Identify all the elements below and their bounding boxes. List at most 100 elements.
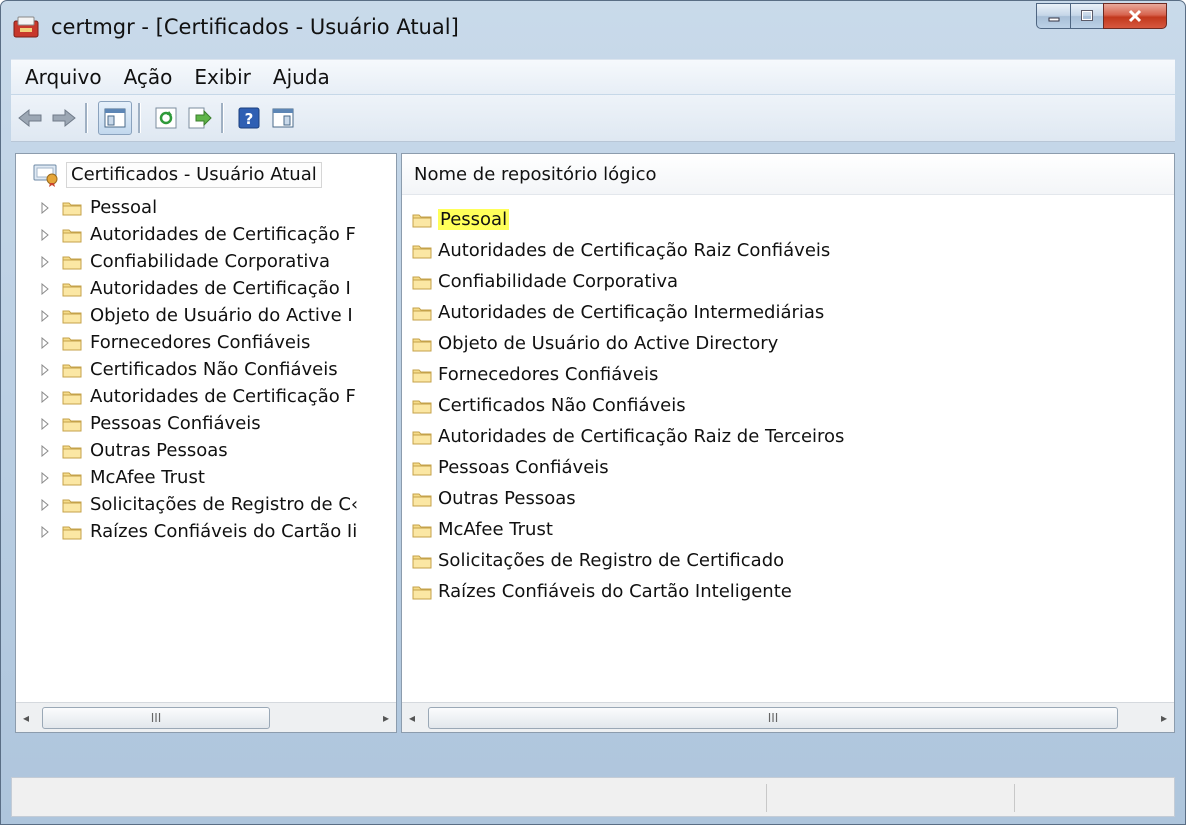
tree-item[interactable]: Autoridades de Certificação F	[38, 221, 358, 248]
scroll-right-arrow-icon[interactable]: ▸	[1154, 705, 1174, 731]
expand-arrow-icon[interactable]	[38, 282, 52, 296]
tree-item[interactable]: Confiabilidade Corporativa	[38, 248, 358, 275]
tree-root-label: Certificados - Usuário Atual	[66, 162, 322, 188]
list-item[interactable]: Fornecedores Confiáveis	[412, 359, 844, 390]
menu-ajuda[interactable]: Ajuda	[265, 65, 338, 89]
expand-arrow-icon[interactable]	[38, 336, 52, 350]
tree-item-label: Autoridades de Certificação F	[90, 386, 356, 407]
expand-arrow-icon[interactable]	[38, 498, 52, 512]
tree-item[interactable]: Pessoas Confiáveis	[38, 410, 358, 437]
expand-arrow-icon[interactable]	[38, 228, 52, 242]
expand-arrow-icon[interactable]	[38, 417, 52, 431]
minimize-button[interactable]	[1036, 3, 1070, 29]
list-item[interactable]: Autoridades de Certificação Intermediári…	[412, 297, 844, 328]
forward-arrow-icon	[52, 108, 76, 128]
tree-root-item[interactable]: Certificados - Usuário Atual	[32, 162, 322, 188]
tree-horizontal-scrollbar[interactable]: ◂ III ▸	[16, 702, 396, 732]
list-item[interactable]: Raízes Confiáveis do Cartão Inteligente	[412, 576, 844, 607]
folder-icon	[412, 524, 432, 537]
scroll-left-arrow-icon[interactable]: ◂	[402, 705, 422, 731]
window-title: certmgr - [Certificados - Usuário Atual]	[51, 15, 459, 39]
tree-item[interactable]: Pessoal	[38, 194, 358, 221]
tree-item-label: Certificados Não Confiáveis	[90, 359, 338, 380]
export-list-icon	[188, 107, 212, 129]
tree-item[interactable]: Autoridades de Certificação I	[38, 275, 358, 302]
tree-item[interactable]: Autoridades de Certificação F	[38, 383, 358, 410]
list-item[interactable]: McAfee Trust	[412, 514, 844, 545]
list-item-label: Pessoal	[438, 209, 510, 230]
list-item[interactable]: Solicitações de Registro de Certificado	[412, 545, 844, 576]
status-divider	[1014, 784, 1015, 812]
expand-arrow-icon[interactable]	[38, 471, 52, 485]
folder-icon	[62, 472, 82, 485]
menu-arquivo[interactable]: Arquivo	[17, 65, 110, 89]
list-item-label: Fornecedores Confiáveis	[438, 364, 659, 385]
expand-arrow-icon[interactable]	[38, 309, 52, 323]
folder-icon	[62, 526, 82, 539]
scroll-left-arrow-icon[interactable]: ◂	[16, 705, 36, 731]
scroll-right-arrow-icon[interactable]: ▸	[376, 705, 396, 731]
folder-icon	[412, 555, 432, 568]
tree-item[interactable]: Outras Pessoas	[38, 437, 358, 464]
list-item-label: Autoridades de Certificação Raiz de Terc…	[438, 426, 845, 447]
list-item[interactable]: Autoridades de Certificação Raiz de Terc…	[412, 421, 844, 452]
tree-item[interactable]: Fornecedores Confiáveis	[38, 329, 358, 356]
tree-item-label: Objeto de Usuário do Active I	[90, 305, 353, 326]
menu-bar: Arquivo Ação Exibir Ajuda	[11, 59, 1175, 94]
expand-arrow-icon[interactable]	[38, 444, 52, 458]
menu-exibir[interactable]: Exibir	[186, 65, 259, 89]
list-item-label: Solicitações de Registro de Certificado	[438, 550, 785, 571]
action-pane-button[interactable]	[268, 103, 298, 133]
column-header[interactable]: Nome de repositório lógico	[402, 154, 1174, 195]
export-list-button[interactable]	[185, 103, 215, 133]
expand-arrow-icon[interactable]	[38, 255, 52, 269]
expand-arrow-icon[interactable]	[38, 525, 52, 539]
tree-item[interactable]: Raízes Confiáveis do Cartão Ii	[38, 518, 358, 545]
folder-icon	[62, 499, 82, 512]
menu-acao[interactable]: Ação	[116, 65, 181, 89]
folder-icon	[62, 310, 82, 323]
folder-icon	[412, 307, 432, 320]
back-arrow-icon	[18, 108, 42, 128]
folder-icon	[62, 418, 82, 431]
list-item[interactable]: Pessoal	[412, 204, 844, 235]
close-button[interactable]	[1103, 3, 1167, 29]
refresh-button[interactable]	[151, 103, 181, 133]
folder-icon	[412, 462, 432, 475]
list-item[interactable]: Certificados Não Confiáveis	[412, 390, 844, 421]
app-icon[interactable]	[13, 15, 39, 39]
back-button[interactable]	[15, 103, 45, 133]
list-item-label: Outras Pessoas	[438, 488, 576, 509]
list-item[interactable]: Objeto de Usuário do Active Directory	[412, 328, 844, 359]
title-bar[interactable]: certmgr - [Certificados - Usuário Atual]	[1, 1, 1185, 53]
maximize-button[interactable]	[1070, 3, 1103, 29]
expand-arrow-icon[interactable]	[38, 363, 52, 377]
expand-arrow-icon[interactable]	[38, 390, 52, 404]
tree-item[interactable]: Certificados Não Confiáveis	[38, 356, 358, 383]
help-icon: ?	[238, 107, 260, 129]
list-item-label: Autoridades de Certificação Raiz Confiáv…	[438, 240, 831, 261]
list-item[interactable]: Confiabilidade Corporativa	[412, 266, 844, 297]
toolbar-separator	[221, 103, 224, 133]
forward-button[interactable]	[49, 103, 79, 133]
scroll-thumb[interactable]: III	[428, 706, 1118, 729]
scroll-thumb[interactable]: III	[42, 706, 270, 729]
list-horizontal-scrollbar[interactable]: ◂ III ▸	[402, 702, 1174, 732]
expand-arrow-icon[interactable]	[38, 201, 52, 215]
tree-item[interactable]: McAfee Trust	[38, 464, 358, 491]
tree-item-label: Autoridades de Certificação I	[90, 278, 351, 299]
tree-item-label: Fornecedores Confiáveis	[90, 332, 311, 353]
details-list-pane[interactable]: Nome de repositório lógico Pessoal Autori…	[401, 153, 1175, 733]
tree-item[interactable]: Objeto de Usuário do Active I	[38, 302, 358, 329]
help-button[interactable]: ?	[234, 103, 264, 133]
list-item[interactable]: Autoridades de Certificação Raiz Confiáv…	[412, 235, 844, 266]
show-hide-console-tree-button[interactable]	[98, 101, 132, 135]
console-tree-pane[interactable]: Certificados - Usuário Atual Pessoal Auto…	[15, 153, 397, 733]
tree-item[interactable]: Solicitações de Registro de C‹	[38, 491, 358, 518]
list-item[interactable]: Outras Pessoas	[412, 483, 844, 514]
certificates-store-icon	[33, 164, 58, 187]
folder-icon	[62, 202, 82, 215]
list-item[interactable]: Pessoas Confiáveis	[412, 452, 844, 483]
folder-icon	[62, 337, 82, 350]
svg-text:?: ?	[245, 110, 254, 128]
